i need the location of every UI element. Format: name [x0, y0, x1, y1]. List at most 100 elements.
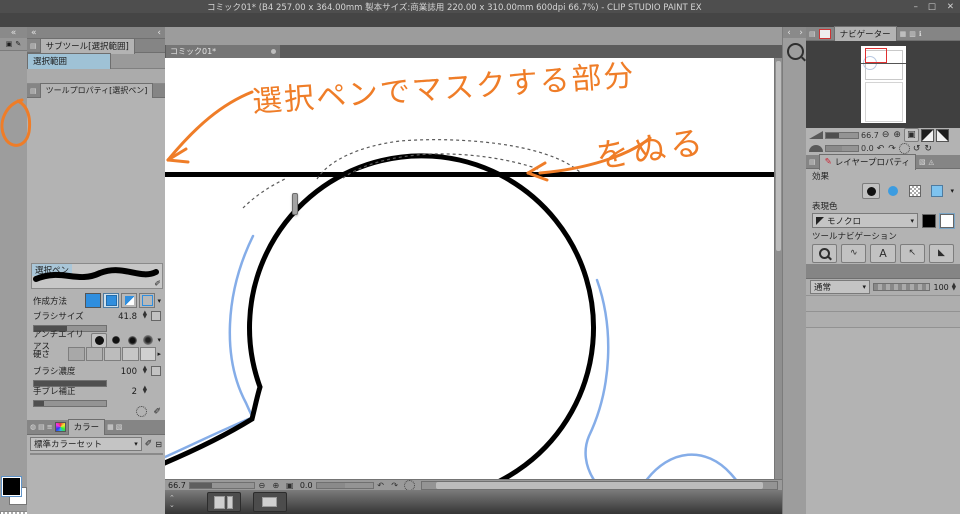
wrench-icon[interactable]: ✐ [154, 279, 161, 288]
blend-mode-select[interactable]: 通常 ▾ [810, 280, 870, 294]
toolnav-flip-button[interactable]: ◣ [928, 243, 955, 263]
nav-zoom-in-icon[interactable]: ⊕ [892, 129, 902, 141]
tool-property-title[interactable]: ツールプロパティ[選択ペン] [39, 83, 154, 98]
color-set-lock-icon[interactable]: ⊟ [155, 440, 162, 449]
antialias-strong-button[interactable] [141, 334, 155, 347]
quick-zoom-button[interactable] [783, 38, 807, 64]
method-subtract-button[interactable] [121, 293, 138, 308]
border-effect-button[interactable] [862, 183, 881, 199]
hardness-4[interactable] [121, 347, 139, 361]
flip-vertical-icon[interactable] [935, 128, 949, 142]
tab-close-icon[interactable] [271, 49, 276, 54]
canvas-viewport[interactable] [165, 58, 774, 479]
color-set-wrench-icon[interactable]: ✐ [145, 439, 153, 449]
maximize-button[interactable]: □ [923, 2, 941, 12]
effect-dropdown-icon[interactable]: ▾ [950, 187, 954, 195]
expression-color-select[interactable]: モノクロ ▾ [812, 213, 918, 228]
color-set-select[interactable]: 標準カラーセット ▾ [30, 437, 142, 451]
layer-property-tab[interactable]: ✎ レイヤープロパティ [818, 153, 916, 170]
density-value[interactable]: 100 [121, 367, 137, 377]
color-wheel-tab-icon[interactable]: ◍ [30, 423, 36, 431]
nav-fit-icon[interactable]: ▣ [903, 128, 919, 142]
hardness-2[interactable] [85, 347, 103, 361]
material-strip-header[interactable]: ‹ › [783, 27, 807, 38]
panel-menu-icon[interactable]: ▤ [809, 158, 816, 166]
close-button[interactable]: ✕ [941, 2, 960, 12]
hardness-more-icon[interactable]: ▸ [157, 350, 161, 358]
collapse-dock-icon[interactable]: « [31, 28, 37, 38]
expand-page-bar-icon[interactable]: ⌃ ⌄ [165, 495, 179, 509]
method-multiply-button[interactable] [139, 293, 156, 308]
color-mix-tab-icon[interactable]: ≡ [47, 423, 53, 431]
subview-tab-icon[interactable]: ▦ [900, 30, 907, 38]
method-add-button[interactable] [103, 293, 120, 308]
color-history-tab-icon[interactable]: ▦ [107, 423, 114, 431]
document-tab[interactable]: コミック01* [166, 45, 280, 58]
layer-opacity-value[interactable]: 100 [933, 283, 948, 292]
antialias-weak-button[interactable] [109, 334, 123, 347]
tone-effect-blue-button[interactable] [884, 183, 902, 199]
status-rotation-slider[interactable] [315, 482, 374, 489]
horizontal-scrollbar[interactable] [420, 481, 778, 490]
layer-opacity-stepper[interactable]: ▲ ▼ [952, 282, 956, 292]
density-dynamics-button[interactable] [151, 366, 161, 376]
density-stepper[interactable]: ▲ ▼ [143, 365, 147, 375]
color-slider-tab-icon[interactable]: ▤ [38, 423, 45, 431]
draw-black-toggle[interactable] [922, 213, 936, 228]
reset-settings-icon[interactable] [136, 406, 148, 417]
navigator-preview[interactable] [806, 41, 960, 128]
toolnav-select-button[interactable]: ↖ [899, 243, 925, 263]
brush-size-dynamics-button[interactable] [151, 311, 161, 321]
panel-menu-icon[interactable]: ▤ [809, 30, 816, 38]
antialias-middle-button[interactable] [125, 334, 139, 347]
collapse-toolbar-icon[interactable]: « [0, 27, 27, 38]
layer-opacity-slider[interactable] [873, 283, 931, 291]
foreground-color-swatch[interactable] [1, 476, 22, 497]
method-dropdown-icon[interactable]: ▾ [157, 297, 161, 305]
navigator-zoom-slider[interactable] [825, 131, 859, 139]
antialias-dropdown-icon[interactable]: ▾ [157, 336, 161, 344]
color-set-tab-icon[interactable] [54, 422, 66, 432]
toolnav-text-button[interactable]: A [870, 243, 896, 263]
toolnav-zoom-button[interactable] [812, 243, 838, 263]
approx-color-tab-icon[interactable]: ▧ [116, 423, 123, 431]
nav-redo-view-icon[interactable]: ↻ [923, 143, 933, 155]
hardness-1[interactable] [67, 347, 85, 361]
item-bank-tab-icon[interactable]: ▥ [909, 30, 916, 38]
subtool-group-tab[interactable]: 選択範囲 [27, 52, 111, 69]
hardness-3[interactable] [103, 347, 121, 361]
flip-horizontal-icon[interactable] [920, 128, 934, 142]
minimize-button[interactable]: – [909, 2, 923, 12]
panel-menu-icon[interactable]: ▤ [30, 87, 37, 95]
vertical-scroll-thumb[interactable] [776, 61, 781, 251]
navigator-rotation-slider[interactable] [825, 145, 859, 152]
subtool-panel-title[interactable]: サブツール[選択範囲] [39, 37, 135, 54]
method-new-button[interactable] [85, 293, 102, 308]
layer-color-effect-button[interactable] [928, 183, 946, 199]
navigator-tab-icon[interactable] [818, 28, 831, 39]
toolnav-curve-button[interactable]: ∿ [841, 243, 867, 263]
information-tab-icon[interactable]: ℹ [919, 30, 922, 38]
dock-menu-icon[interactable]: ‹ [157, 28, 161, 38]
nav-zoom-out-icon[interactable]: ⊖ [881, 129, 891, 141]
antialias-none-button[interactable] [91, 332, 108, 348]
stabilize-value[interactable]: 2 [132, 387, 137, 397]
hardness-5[interactable] [139, 347, 157, 361]
status-zoom-slider[interactable] [188, 482, 255, 489]
brush-size-value[interactable]: 41.8 [118, 312, 137, 322]
tone-effect-button[interactable] [906, 183, 924, 199]
draw-white-toggle[interactable] [939, 212, 955, 229]
page-spread-button-2[interactable] [252, 492, 287, 512]
page-spread-button-1[interactable] [206, 492, 241, 512]
nav-reset-rotation-icon[interactable] [898, 143, 910, 154]
wrench-icon[interactable]: ✐ [153, 407, 161, 417]
toolbar-tab-icons[interactable]: ▣ ✎ [0, 38, 27, 51]
horizontal-scroll-thumb[interactable] [435, 482, 763, 489]
brush-size-stepper[interactable]: ▲ ▼ [143, 310, 147, 320]
ruler-tab-icon[interactable]: ◬ [929, 158, 934, 166]
color-panel-tab[interactable]: カラー [67, 419, 106, 435]
navigator-tab[interactable]: ナビゲーター [833, 25, 897, 42]
navigator-view-rect[interactable] [865, 48, 887, 63]
layer-search-tab-icon[interactable]: ▧ [919, 158, 926, 166]
panel-menu-icon[interactable]: ▤ [30, 42, 37, 50]
